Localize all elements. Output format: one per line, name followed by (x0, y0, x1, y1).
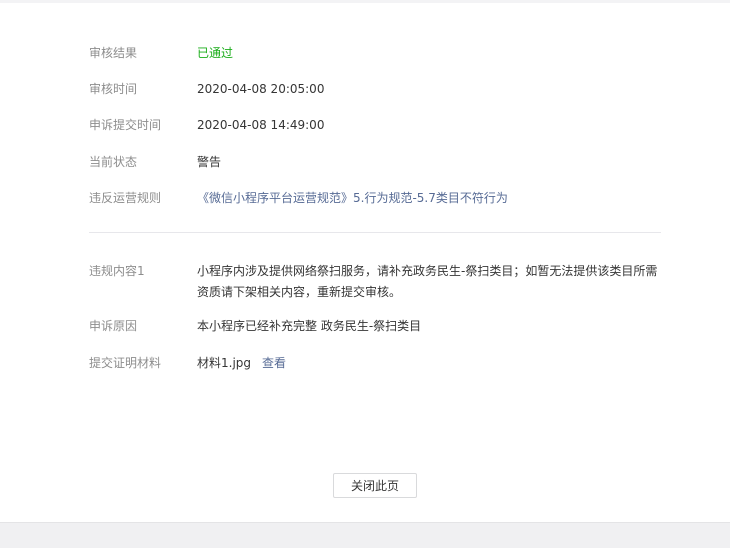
appeal-reason-row: 申诉原因 本小程序已经补充完整 政务民生-祭扫类目 (89, 316, 421, 337)
current-status-label: 当前状态 (89, 155, 138, 169)
violated-rule-label: 违反运营规则 (89, 191, 162, 205)
current-status-value: 警告 (197, 155, 222, 169)
violated-rule-row: 违反运营规则 《微信小程序平台运营规范》5.行为规范-5.7类目不符行为 (89, 188, 508, 209)
close-page-button[interactable]: 关闭此页 (333, 473, 417, 498)
appeal-time-value: 2020-04-08 14:49:00 (197, 118, 325, 132)
review-time-value: 2020-04-08 20:05:00 (197, 82, 325, 96)
violation-content-value: 小程序内涉及提供网络祭扫服务，请补充政务民生-祭扫类目；如暂无法提供该类目所需资… (197, 264, 658, 299)
violation-content-label: 违规内容1 (89, 264, 145, 278)
violated-rule-link[interactable]: 《微信小程序平台运营规范》5.行为规范-5.7类目不符行为 (197, 188, 508, 209)
evidence-value: 材料1.jpg 查看 (197, 353, 286, 374)
page-bottom-band (0, 522, 730, 548)
appeal-reason-label: 申诉原因 (89, 319, 138, 333)
evidence-row: 提交证明材料 材料1.jpg 查看 (89, 353, 286, 374)
current-status-row: 当前状态 警告 (89, 152, 221, 173)
evidence-label: 提交证明材料 (89, 356, 162, 370)
appeal-reason-value: 本小程序已经补充完整 政务民生-祭扫类目 (197, 319, 422, 333)
view-evidence-link[interactable]: 查看 (262, 356, 286, 370)
section-divider (89, 232, 661, 233)
review-result-value: 已通过 (197, 46, 234, 60)
appeal-time-row: 申诉提交时间 2020-04-08 14:49:00 (89, 115, 324, 136)
review-time-label: 审核时间 (89, 82, 138, 96)
violation-content-row: 违规内容1 小程序内涉及提供网络祭扫服务，请补充政务民生-祭扫类目；如暂无法提供… (89, 261, 663, 303)
appeal-detail-page: 审核结果 已通过 审核时间 2020-04-08 20:05:00 申诉提交时间… (0, 0, 730, 522)
evidence-file-name: 材料1.jpg (197, 356, 252, 370)
appeal-time-label: 申诉提交时间 (89, 118, 162, 132)
review-time-row: 审核时间 2020-04-08 20:05:00 (89, 79, 324, 100)
review-result-label: 审核结果 (89, 46, 138, 60)
review-result-row: 审核结果 已通过 (89, 43, 233, 64)
